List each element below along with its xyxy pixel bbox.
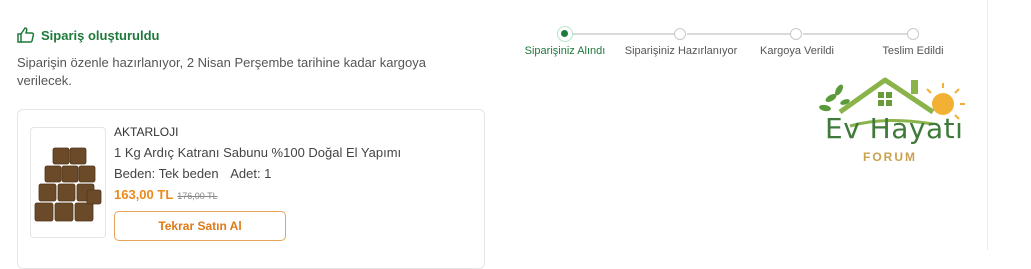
step-label-delivered: Teslim Edildi [882,45,944,57]
rebuy-button[interactable]: Tekrar Satın Al [114,211,286,241]
product-price: 163,00 TL [114,187,174,202]
order-progress-stepper: Siparişiniz Alındı Siparişiniz Hazırlanı… [0,0,1031,70]
product-size: Beden: Tek beden [114,166,219,181]
step-label-shipped: Kargoya Verildi [760,45,834,57]
watermark-title: Ev Hayatı [825,112,964,145]
step-label-received: Siparişiniz Alındı [524,45,606,57]
seller-name[interactable]: AKTARLOJI [114,124,401,140]
step-connector [572,33,674,35]
step-dot-received [557,26,573,42]
step-connector [803,33,907,35]
step-dot-preparing [674,28,686,40]
step-connector [687,33,790,35]
product-old-price: 176,00 TL [177,191,218,201]
step-dot-delivered [907,28,919,40]
product-name[interactable]: 1 Kg Ardıç Katranı Sabunu %100 Doğal El … [114,144,401,161]
product-quantity: Adet: 1 [230,166,272,181]
watermark-subtitle: FORUM [863,150,917,164]
step-label-preparing: Siparişiniz Hazırlanıyor [624,45,738,57]
watermark-logo: Ev Hayatı FORUM [815,68,970,168]
product-info: AKTARLOJI 1 Kg Ardıç Katranı Sabunu %100… [114,124,401,202]
product-variant: Beden: Tek beden Adet: 1 [114,165,401,182]
order-item-card: AKTARLOJI 1 Kg Ardıç Katranı Sabunu %100… [17,109,485,269]
price-row: 163,00 TL 176,00 TL [114,187,401,202]
product-image[interactable] [30,127,106,238]
step-dot-shipped [790,28,802,40]
